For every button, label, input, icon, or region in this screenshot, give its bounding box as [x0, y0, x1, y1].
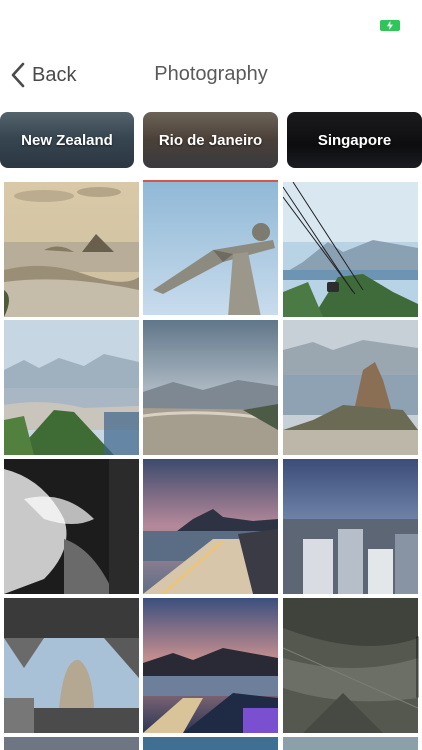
scrollbar[interactable]: [416, 636, 419, 698]
photo-skyline-evening[interactable]: [283, 459, 418, 594]
tab-new-zealand[interactable]: New Zealand: [0, 112, 134, 168]
tab-label: New Zealand: [21, 131, 113, 149]
photo-copacabana-dusk[interactable]: [143, 459, 278, 594]
back-button[interactable]: Back: [10, 62, 76, 88]
navigation-bar: Back Photography: [0, 50, 422, 100]
photo-sugarloaf-mountain[interactable]: [283, 320, 418, 455]
tab-singapore[interactable]: Singapore: [287, 112, 422, 168]
tab-label: Rio de Janeiro: [158, 131, 263, 149]
photo-city-from-hill[interactable]: [4, 320, 139, 455]
battery-charging-icon: [380, 20, 400, 31]
chevron-left-icon: [11, 62, 25, 88]
photo-cable-car-sugarloaf[interactable]: [283, 182, 418, 317]
category-tabs: New Zealand Rio de Janeiro Singapore: [0, 112, 422, 170]
photo-cable-car-station[interactable]: [4, 598, 139, 733]
photo-infinity-pool-dusk[interactable]: [143, 598, 278, 733]
photo-rock-cliff[interactable]: [283, 598, 418, 733]
photo-christ-the-redeemer-statue[interactable]: [143, 180, 278, 315]
photo-black-white-dancer[interactable]: [4, 459, 139, 594]
photo-partial-2[interactable]: [143, 737, 278, 750]
photo-grid: [0, 180, 422, 750]
status-bar: [0, 0, 422, 44]
tab-rio-de-janeiro[interactable]: Rio de Janeiro: [143, 112, 278, 168]
back-label: Back: [32, 63, 77, 86]
photo-partial-1[interactable]: [4, 737, 139, 750]
photo-partial-3[interactable]: [283, 737, 418, 750]
photo-sugarloaf-sepia-view[interactable]: [4, 182, 139, 317]
photo-city-aerial-view[interactable]: [143, 320, 278, 455]
tab-label: Singapore: [317, 131, 392, 149]
